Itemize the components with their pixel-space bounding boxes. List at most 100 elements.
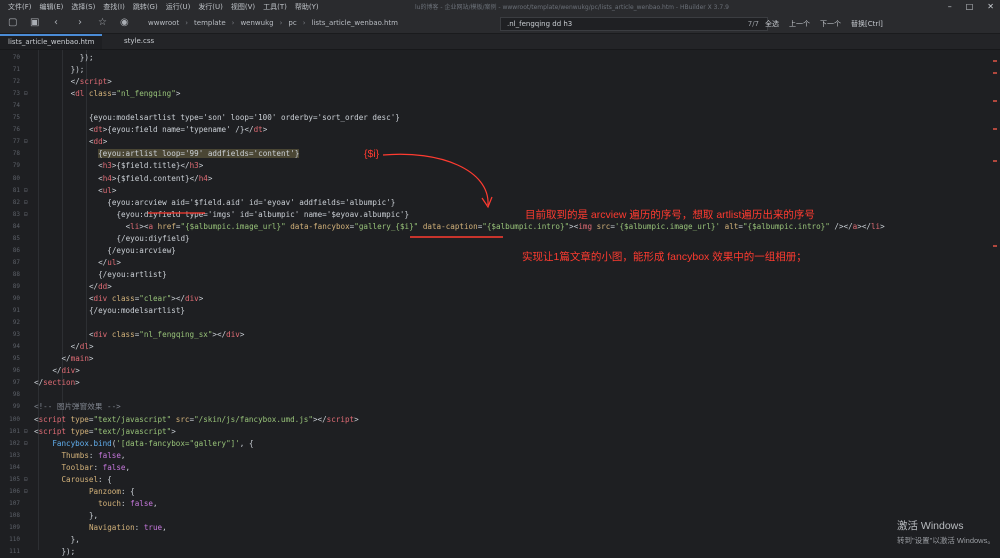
- code-line[interactable]: 98: [0, 389, 1000, 401]
- code-line[interactable]: 93 <div class="nl_fengqing_sx"></div>: [0, 329, 1000, 341]
- code-line[interactable]: 101 ⊟ <script type="text/javascript">: [0, 426, 1000, 438]
- code-line[interactable]: 77 ⊟ <dd>: [0, 136, 1000, 148]
- code-line[interactable]: 81 ⊟ <ul>: [0, 185, 1000, 197]
- line-number: 104: [9, 463, 20, 471]
- code-line[interactable]: 83 ⊟ {eyou:diyfield type='imgs' id='albump…: [0, 209, 1000, 221]
- code-line[interactable]: 72 </script>: [0, 76, 1000, 88]
- code-token: >: [75, 378, 80, 388]
- code-line[interactable]: 76 <dt>{eyou:field name='typename' /}</dt…: [0, 124, 1000, 136]
- code-line[interactable]: 85 {/eyou:diyfield}: [0, 233, 1000, 245]
- fold-icon[interactable]: ⊟: [24, 486, 28, 498]
- code-line[interactable]: 73 ⊟ <dl class="nl_fengqing">: [0, 88, 1000, 100]
- menu-help[interactable]: 帮助(Y): [295, 2, 319, 12]
- fold-icon[interactable]: ⊟: [24, 185, 28, 197]
- code-line[interactable]: 107 touch: false,: [0, 498, 1000, 510]
- find-next-button[interactable]: 下一个: [820, 19, 841, 29]
- fold-icon[interactable]: ⊟: [24, 438, 28, 450]
- code-line[interactable]: 100 <script type="text/javascript" src="/…: [0, 414, 1000, 426]
- code-line[interactable]: 99 <!-- 图片弹窗效果 -->: [0, 401, 1000, 413]
- save-icon[interactable]: ▣: [30, 17, 39, 28]
- menu-file[interactable]: 文件(F): [8, 2, 32, 12]
- select-all-button[interactable]: 全选: [765, 19, 779, 29]
- code-text: {eyou:diyfield type='imgs' id='albumpic'…: [116, 209, 409, 221]
- fold-icon[interactable]: ⊟: [24, 197, 28, 209]
- fold-icon[interactable]: ⊟: [24, 426, 28, 438]
- code-line[interactable]: 70});: [0, 52, 1000, 64]
- annotation-note-2: 实现让1篇文章的小图，能形成 fancybox 效果中的一组相册；: [522, 251, 807, 263]
- code-line[interactable]: 94 </dl>: [0, 341, 1000, 353]
- code-line[interactable]: 103 Thumbs: false,: [0, 450, 1000, 462]
- replace-button[interactable]: 替换[Ctrl]: [851, 19, 883, 29]
- code-line[interactable]: 87 </ul>: [0, 257, 1000, 269]
- menu-run[interactable]: 运行(U): [166, 2, 191, 12]
- fold-icon[interactable]: ⊟: [24, 88, 28, 100]
- menu-edit[interactable]: 编辑(E): [40, 2, 64, 12]
- star-icon[interactable]: ☆: [98, 17, 107, 28]
- menu-select[interactable]: 选择(S): [71, 2, 95, 12]
- breadcrumb-item[interactable]: template: [194, 19, 226, 27]
- line-number: 76: [12, 126, 20, 134]
- new-file-icon[interactable]: ▢: [8, 17, 17, 28]
- tab-style-css[interactable]: style.css: [116, 34, 162, 49]
- breadcrumb-item[interactable]: pc: [288, 19, 296, 27]
- maximize-icon[interactable]: □: [966, 2, 974, 11]
- code-token: : {: [120, 486, 135, 496]
- code-token: script: [38, 414, 67, 424]
- menu-find[interactable]: 查找(I): [103, 2, 125, 12]
- code-line[interactable]: 86 {/eyou:arcview}: [0, 245, 1000, 257]
- menu-view[interactable]: 视图(V): [231, 2, 255, 12]
- menu-goto[interactable]: 跳转(G): [133, 2, 158, 12]
- code-token: li: [870, 221, 881, 231]
- code-line[interactable]: 88 {/eyou:artlist}: [0, 269, 1000, 281]
- menu-publish[interactable]: 发行(U): [198, 2, 223, 12]
- code-line[interactable]: 74: [0, 100, 1000, 112]
- forward-icon[interactable]: ›: [78, 17, 82, 28]
- code-line[interactable]: 96 </div>: [0, 365, 1000, 377]
- close-icon[interactable]: ✕: [987, 2, 994, 11]
- minimap-mark: [993, 72, 997, 74]
- annotation-i-label: {$i}: [364, 148, 380, 160]
- find-input[interactable]: .nl_fengqing dd h3 7/7: [500, 17, 768, 31]
- code-line[interactable]: 75 {eyou:modelsartlist type='son' loop='1…: [0, 112, 1000, 124]
- code-token: div: [93, 294, 108, 303]
- code-line[interactable]: 111});: [0, 546, 1000, 558]
- code-token: >: [75, 366, 80, 376]
- code-line[interactable]: 109 Navigation: true,: [0, 522, 1000, 534]
- code-line[interactable]: 104 Toolbar: false,: [0, 462, 1000, 474]
- code-line[interactable]: 108},: [0, 510, 1000, 522]
- code-line[interactable]: 92: [0, 317, 1000, 329]
- code-line[interactable]: 95 </main>: [0, 353, 1000, 365]
- code-line[interactable]: 80 <h4>{$field.content}</h4>: [0, 173, 1000, 185]
- breadcrumb-item[interactable]: wenwukg: [240, 19, 273, 27]
- fold-icon[interactable]: ⊟: [24, 209, 28, 221]
- minimize-icon[interactable]: –: [948, 2, 952, 11]
- code-line[interactable]: 105 ⊟ Carousel: {: [0, 474, 1000, 486]
- code-token: Navigation: [88, 522, 135, 532]
- run-icon[interactable]: ◉: [120, 17, 129, 28]
- code-line[interactable]: 78 {eyou:artlist loop='99' addfields='con…: [0, 148, 1000, 160]
- fold-icon[interactable]: ⊟: [24, 474, 28, 486]
- code-line[interactable]: 90 <div class="clear"></div>: [0, 293, 1000, 305]
- code-line[interactable]: 102 ⊟ Fancybox.bind('[data-fancybox="galle…: [0, 438, 1000, 450]
- code-line[interactable]: 79 <h3>{$field.title}</h3>: [0, 160, 1000, 172]
- breadcrumb-item[interactable]: lists_article_wenbao.htm: [312, 19, 398, 27]
- line-number: 110: [9, 536, 20, 543]
- code-line[interactable]: 89 </dd>: [0, 281, 1000, 293]
- back-icon[interactable]: ‹: [54, 17, 58, 28]
- code-line[interactable]: 82 ⊟ {eyou:arcview aid='$field.aid' id='ey…: [0, 197, 1000, 209]
- find-prev-button[interactable]: 上一个: [789, 19, 810, 29]
- line-number: 105: [9, 475, 20, 483]
- code-editor[interactable]: 70}); 71}); 72 </script> 73 ⊟ <dl class="nl_fe…: [0, 50, 1000, 556]
- line-number: 77: [12, 138, 20, 146]
- code-line[interactable]: 106 ⊟ Panzoom: {: [0, 486, 1000, 498]
- tab-lists-article[interactable]: lists_article_wenbao.htm: [0, 34, 103, 49]
- code-line[interactable]: 110},: [0, 534, 1000, 546]
- menu-tools[interactable]: 工具(T): [263, 2, 287, 12]
- fold-icon[interactable]: ⊟: [24, 136, 28, 148]
- code-line[interactable]: 84 <li><a href="{$albumpic.image_url}" da…: [0, 221, 1000, 233]
- code-line[interactable]: 91 {/eyou:modelsartlist}: [0, 305, 1000, 317]
- breadcrumb-item[interactable]: wwwroot: [148, 19, 179, 27]
- code-text: Panzoom: {: [89, 486, 135, 498]
- code-line[interactable]: 97 </section>: [0, 377, 1000, 389]
- code-line[interactable]: 71});: [0, 64, 1000, 76]
